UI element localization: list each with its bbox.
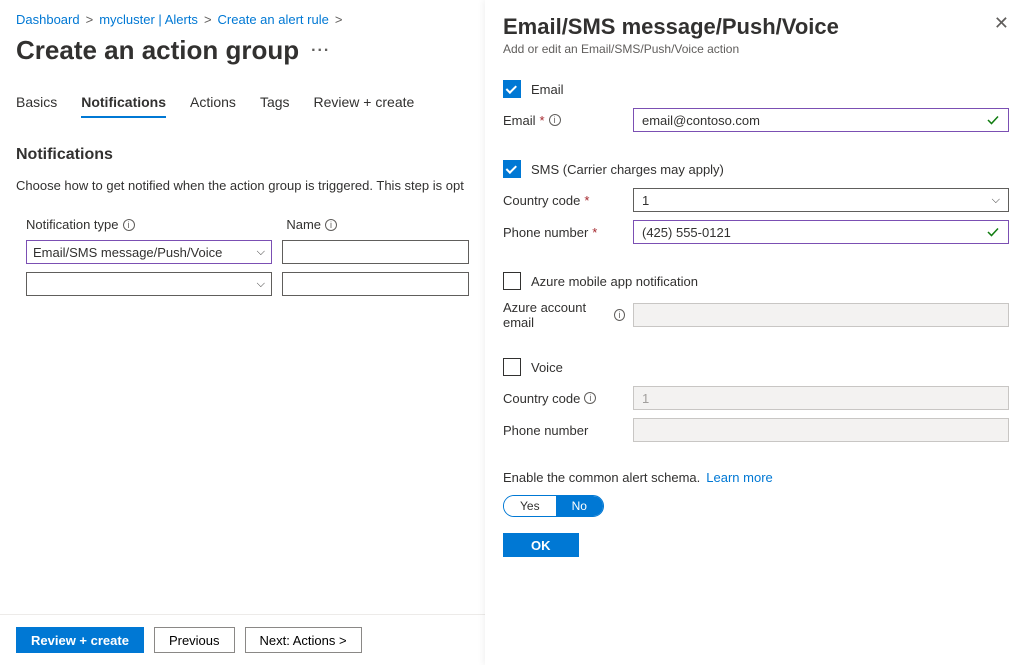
push-checkbox-label: Azure mobile app notification [531,274,698,289]
notification-type-select[interactable]: Email/SMS message/Push/Voice ⌵ [26,240,272,264]
ok-button[interactable]: OK [503,533,579,557]
notification-name-input[interactable] [282,240,469,264]
col-header-type: Notification type i [26,217,266,232]
info-icon[interactable]: i [325,219,337,231]
voice-phone-input [633,418,1009,442]
sms-country-code-value: 1 [642,193,649,208]
review-create-button[interactable]: Review + create [16,627,144,653]
next-button[interactable]: Next: Actions > [245,627,362,653]
sms-phone-label: Phone number * [503,225,625,240]
tab-notifications[interactable]: Notifications [81,94,166,118]
breadcrumb-sep: > [204,12,212,27]
push-email-input [633,303,1009,327]
valid-check-icon [986,225,1000,239]
section-heading: Notifications [16,146,469,164]
table-row: ⌵ [16,272,469,296]
sms-country-code-label: Country code * [503,193,625,208]
sms-checkbox-label: SMS (Carrier charges may apply) [531,162,724,177]
col-header-name: Name i [286,217,469,232]
panel-title: Email/SMS message/Push/Voice [503,14,839,40]
close-icon[interactable]: ✕ [994,14,1009,32]
tabs: Basics Notifications Actions Tags Review… [16,94,469,118]
info-icon[interactable]: i [549,114,561,126]
chevron-down-icon: ⌵ [992,194,1000,207]
email-field-label: Email * i [503,113,625,128]
footer-bar: Review + create Previous Next: Actions > [0,614,485,665]
learn-more-link[interactable]: Learn more [706,470,772,485]
breadcrumb-dashboard[interactable]: Dashboard [16,12,80,27]
col-header-type-label: Notification type [26,217,119,232]
schema-toggle-no[interactable]: No [556,496,603,516]
schema-toggle[interactable]: Yes No [503,495,604,517]
breadcrumb: Dashboard > mycluster | Alerts > Create … [16,12,469,27]
push-email-label: Azure account email i [503,300,625,330]
sms-phone-value: (425) 555-0121 [642,225,731,240]
email-checkbox-label: Email [531,82,564,97]
breadcrumb-create-alert-rule[interactable]: Create an alert rule [218,12,329,27]
chevron-down-icon: ⌵ [257,246,265,259]
voice-country-code-input: 1 [633,386,1009,410]
page-title: Create an action group ··· [16,35,469,66]
voice-phone-label: Phone number [503,423,625,438]
schema-label: Enable the common alert schema. [503,470,700,485]
voice-checkbox[interactable] [503,358,521,376]
voice-country-code-label: Country code i [503,391,625,406]
valid-check-icon [986,113,1000,127]
more-icon[interactable]: ··· [311,42,330,60]
schema-toggle-yes[interactable]: Yes [504,496,556,516]
breadcrumb-sep: > [335,12,343,27]
sms-country-code-select[interactable]: 1 ⌵ [633,188,1009,212]
table-row: Email/SMS message/Push/Voice ⌵ [16,240,469,264]
info-icon[interactable]: i [614,309,625,321]
info-icon[interactable]: i [584,392,596,404]
push-checkbox[interactable] [503,272,521,290]
notification-name-input[interactable] [282,272,469,296]
voice-checkbox-label: Voice [531,360,563,375]
section-desc: Choose how to get notified when the acti… [16,178,469,193]
tab-actions[interactable]: Actions [190,94,236,118]
tab-basics[interactable]: Basics [16,94,57,118]
email-input[interactable]: email@contoso.com [633,108,1009,132]
voice-country-code-value: 1 [642,391,649,406]
email-checkbox[interactable] [503,80,521,98]
previous-button[interactable]: Previous [154,627,235,653]
panel-subtitle: Add or edit an Email/SMS/Push/Voice acti… [503,42,839,56]
notification-type-select[interactable]: ⌵ [26,272,272,296]
breadcrumb-cluster-alerts[interactable]: mycluster | Alerts [99,12,198,27]
info-icon[interactable]: i [123,219,135,231]
sms-phone-input[interactable]: (425) 555-0121 [633,220,1009,244]
tab-review-create[interactable]: Review + create [314,94,415,118]
sms-checkbox[interactable] [503,160,521,178]
tab-tags[interactable]: Tags [260,94,290,118]
notification-type-value: Email/SMS message/Push/Voice [33,245,222,260]
chevron-down-icon: ⌵ [257,278,265,291]
breadcrumb-sep: > [86,12,94,27]
email-input-value: email@contoso.com [642,113,760,128]
col-header-name-label: Name [286,217,321,232]
side-panel: Email/SMS message/Push/Voice Add or edit… [485,0,1027,665]
page-title-text: Create an action group [16,35,299,66]
